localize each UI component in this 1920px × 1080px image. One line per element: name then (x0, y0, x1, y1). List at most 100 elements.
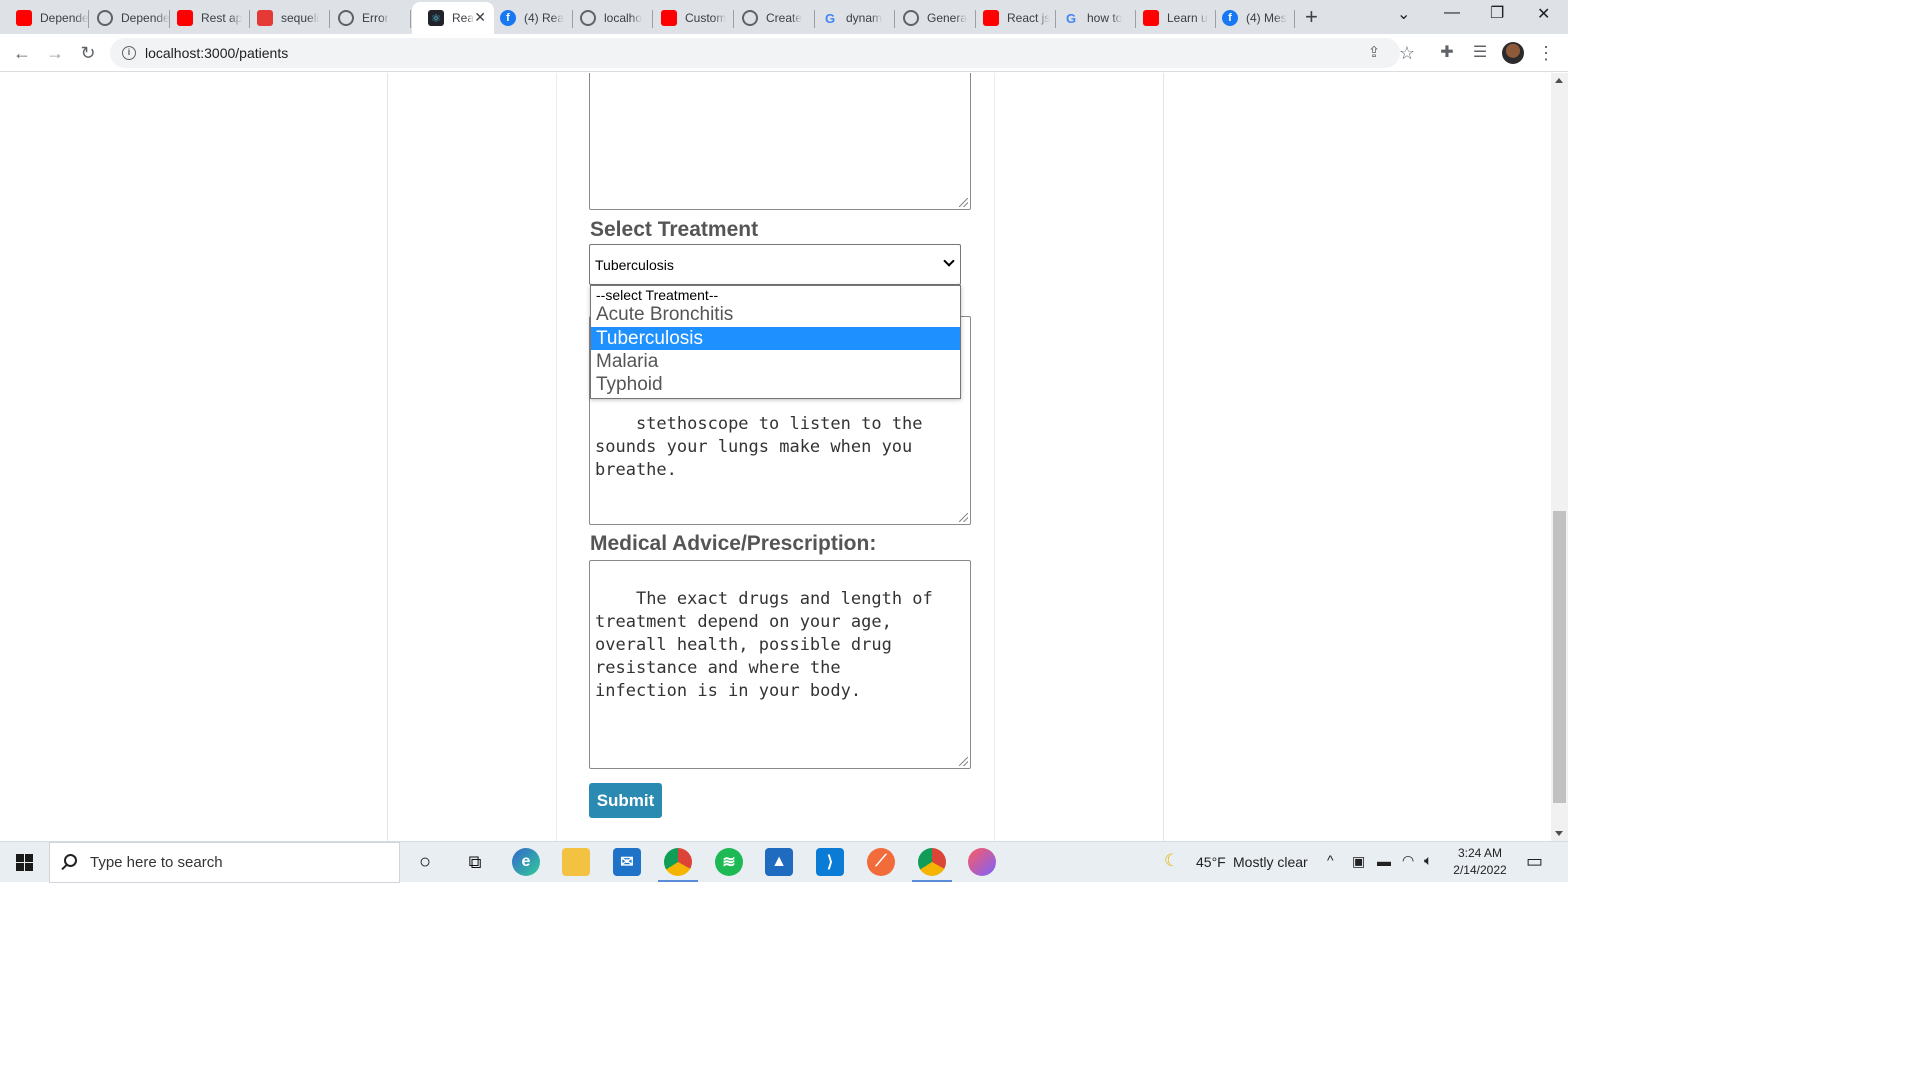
youtube-icon (983, 10, 999, 26)
search-icon (64, 854, 77, 867)
reload-icon[interactable]: ↻ (76, 41, 100, 65)
notifications-icon[interactable]: ▭ (1526, 851, 1543, 872)
minimize-button[interactable]: — (1444, 4, 1460, 22)
globe-icon (903, 10, 919, 26)
scroll-up-arrow-icon[interactable] (1555, 78, 1563, 83)
site-info-icon[interactable]: i (122, 46, 136, 60)
browser-tab[interactable]: sequeli (241, 4, 330, 32)
tab-title: Create (766, 11, 803, 25)
browser-tab[interactable]: Create (726, 4, 815, 32)
treatment-option[interactable]: Malaria (591, 350, 960, 373)
task-view-icon[interactable]: ⧉ (461, 848, 489, 876)
share-icon[interactable]: ⇪ (1362, 41, 1386, 65)
red-app-icon (257, 10, 273, 26)
browser-tab[interactable]: Depende (81, 4, 170, 32)
globe-icon (580, 10, 596, 26)
history-textarea[interactable] (589, 73, 971, 210)
medical-advice-textarea[interactable]: The exact drugs and length of treatment … (589, 560, 971, 769)
profile-avatar[interactable] (1502, 42, 1524, 64)
browser-tab[interactable]: Error (322, 4, 411, 32)
postman-icon[interactable]: ⟋ (867, 848, 895, 876)
browser-tab[interactable]: Rest ap (161, 4, 250, 32)
browser-tab[interactable]: f (4) Mes (1206, 4, 1295, 32)
clock-date: 2/14/2022 (1453, 863, 1507, 877)
browser-tab[interactable]: Custom (645, 4, 734, 32)
close-window-button[interactable]: ✕ (1537, 4, 1550, 24)
bookmark-star-icon[interactable]: ☆ (1395, 41, 1419, 65)
browser-tab[interactable]: f (4) Rea (484, 4, 573, 32)
medical-advice-text: The exact drugs and length of treatment … (595, 589, 933, 701)
file-explorer-icon[interactable] (562, 848, 590, 876)
weather-moon-icon[interactable]: ☾ (1164, 851, 1179, 871)
vscode-icon[interactable]: ⟩ (816, 848, 844, 876)
chrome-icon[interactable] (912, 848, 952, 882)
react-icon: ⚛ (428, 10, 444, 26)
medical-advice-label: Medical Advice/Prescription: (590, 532, 877, 555)
volume-icon[interactable]: 🔈︎ (1424, 852, 1432, 869)
meet-now-icon[interactable]: ▣ (1352, 853, 1365, 870)
youtube-icon (1143, 10, 1159, 26)
mail-icon[interactable]: ✉ (613, 848, 641, 876)
treatment-option[interactable]: Acute Bronchitis (591, 303, 960, 326)
treatment-selected-value: Tuberculosis (595, 257, 674, 273)
tab-title: React js (1007, 11, 1051, 25)
forward-arrow-icon[interactable]: → (43, 41, 67, 65)
browser-tab[interactable]: G dynam (806, 4, 895, 32)
paint-app-icon[interactable] (968, 848, 996, 876)
tray-chevron-up-icon[interactable]: ^ (1327, 852, 1334, 868)
browser-tab[interactable]: localho (564, 4, 653, 32)
browser-tab-active[interactable]: ⚛ Rea ✕ (412, 2, 494, 34)
resize-grip-icon[interactable] (959, 757, 968, 766)
spotify-icon[interactable]: ≋ (715, 848, 743, 876)
url-text[interactable]: localhost:3000/patients (145, 45, 288, 61)
google-icon: G (1065, 10, 1077, 26)
browser-tab[interactable]: G how to (1047, 4, 1136, 32)
extensions-puzzle-icon[interactable]: ✚ (1435, 41, 1459, 65)
browser-tab[interactable]: Genera (887, 4, 976, 32)
browser-toolbar: ← → ↻ i localhost:3000/patients ⇪ ☆ ✚ ☰ … (0, 34, 1568, 72)
resize-grip-icon[interactable] (959, 513, 968, 522)
photos-icon[interactable]: ▲ (765, 848, 793, 876)
tab-title: dynam (846, 11, 883, 25)
browser-tab[interactable]: React js (967, 4, 1056, 32)
tab-title: how to (1087, 11, 1123, 25)
reading-list-icon[interactable]: ☰ (1468, 41, 1492, 65)
resize-grip-icon[interactable] (959, 198, 968, 207)
back-arrow-icon[interactable]: ← (10, 41, 34, 65)
taskbar-clock[interactable]: 3:24 AM 2/14/2022 (1448, 845, 1512, 879)
tab-search-chevron-icon[interactable]: ⌄ (1397, 4, 1410, 24)
treatment-option[interactable]: Typhoid (591, 373, 960, 396)
tab-title: sequeli (281, 11, 320, 25)
browser-tab[interactable]: Depende (0, 4, 89, 32)
cortana-circle-icon[interactable]: ○ (411, 848, 439, 876)
weather-description[interactable]: Mostly clear (1233, 854, 1308, 870)
globe-icon (97, 10, 113, 26)
weather-temperature[interactable]: 45°F (1196, 854, 1226, 870)
edge-browser-icon[interactable]: e (512, 848, 540, 876)
browser-tab[interactable]: Learn u (1127, 4, 1216, 32)
address-bar[interactable]: i localhost:3000/patients (110, 38, 1400, 68)
clock-time: 3:24 AM (1457, 846, 1503, 860)
tab-title: Rea (452, 11, 475, 25)
submit-button[interactable]: Submit (589, 783, 662, 818)
battery-icon[interactable]: ▬ (1377, 853, 1391, 869)
select-treatment-label: Select Treatment (590, 218, 759, 241)
tab-title: Learn u (1167, 11, 1208, 25)
menu-kebab-icon[interactable]: ⋮ (1534, 41, 1558, 65)
treatment-option-placeholder[interactable]: --select Treatment-- (591, 287, 960, 303)
chevron-down-icon (943, 255, 955, 267)
windows-start-icon[interactable] (16, 854, 33, 871)
restore-button[interactable]: ❐ (1490, 3, 1504, 23)
taskbar-search-box[interactable]: Type here to search (49, 842, 400, 883)
treatment-option-selected[interactable]: Tuberculosis (591, 327, 960, 350)
chrome-icon[interactable] (658, 848, 698, 882)
treatment-select[interactable]: Tuberculosis (589, 244, 961, 285)
globe-icon (338, 10, 354, 26)
page-content: Select Treatment Tuberculosis stethoscop… (0, 73, 1551, 841)
page-scrollbar[interactable] (1551, 73, 1568, 841)
browser-tab-strip: Depende Depende Rest ap sequeli Error ⚛ … (0, 0, 1568, 34)
new-tab-button[interactable]: + (1305, 4, 1318, 30)
scrollbar-thumb[interactable] (1553, 511, 1566, 803)
scroll-down-arrow-icon[interactable] (1555, 831, 1563, 836)
wifi-icon[interactable]: ◠ (1402, 852, 1414, 869)
